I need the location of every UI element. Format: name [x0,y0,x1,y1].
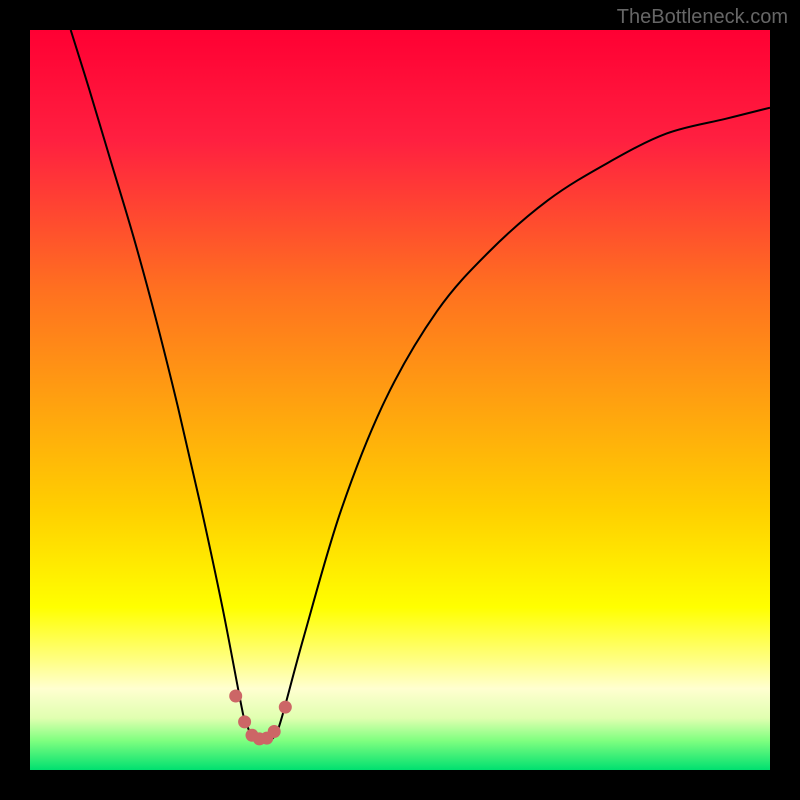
watermark-text: TheBottleneck.com [617,6,788,29]
chart-area [30,30,770,770]
highlight-dots [30,30,770,770]
